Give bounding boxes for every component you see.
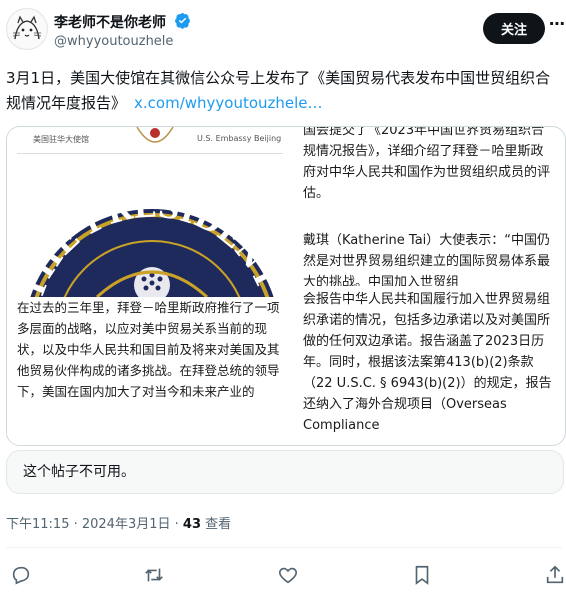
views-count: 43 (182, 517, 201, 532)
timestamp[interactable]: 下午11:15 · 2024年3月1日 (6, 517, 171, 532)
author-name[interactable]: 李老师不是你老师 (54, 12, 191, 33)
embassy-seal-icon (136, 127, 174, 143)
tweet-link[interactable]: x.com/whyyoutouzhele… (134, 94, 323, 112)
avatar[interactable] (6, 8, 48, 50)
more-options-icon[interactable]: ⋯ (549, 16, 565, 38)
right-image-text-mid: 戴琪（Katherine Tai）大使表示：“中国仍然是对世界贸易组织建立的国际… (303, 233, 551, 286)
presidential-seal-icon: THE PRESIDENT (15, 190, 285, 297)
left-image-text: 在过去的三年里，拜登－哈里斯政府推行了一项多层面的战略，以应对美中贸易关系当前的… (17, 300, 280, 399)
right-image-text-bottom: 会报告中华人民共和国履行加入世界贸易组织承诺的情况，包括多边承诺以及对美国所做的… (303, 292, 552, 433)
author-name-text[interactable]: 李老师不是你老师 (54, 15, 166, 31)
banner-right-text: U.S. Embassy Beijing (197, 134, 282, 143)
tweet-text: 3月1日，美国大使馆在其微信公众号上发布了《美国贸易代表发布中国世贸组织合规情况… (6, 66, 562, 116)
media-image-left[interactable]: 美国驻华大使馆 U.S. Embassy Beijing THE PRESIDE… (7, 127, 289, 445)
author-handle[interactable]: @whyyoutouzhele (54, 34, 173, 49)
views-label: 查看 (205, 517, 232, 532)
reply-icon[interactable] (10, 564, 32, 586)
unavailable-post-notice: 这个帖子不可用。 (6, 450, 564, 494)
presidential-seal: THE PRESIDENT (7, 187, 289, 297)
divider (6, 547, 562, 548)
bookmark-icon[interactable] (411, 564, 433, 586)
banner-left-text: 美国驻华大使馆 (33, 135, 89, 144)
share-icon[interactable] (544, 564, 566, 586)
follow-button[interactable]: 关注 (483, 13, 545, 44)
tweet-meta: 下午11:15 · 2024年3月1日 · 43 查看 (6, 517, 232, 532)
right-image-text-top: 国会提交了《2023年中国世界贸易组织合规情况报告》，详细介绍了拜登－哈里斯政府… (303, 126, 551, 201)
embassy-banner: 美国驻华大使馆 U.S. Embassy Beijing (17, 127, 283, 154)
like-icon[interactable] (277, 564, 299, 586)
tweet-media[interactable]: 美国驻华大使馆 U.S. Embassy Beijing THE PRESIDE… (6, 126, 566, 446)
verified-badge-icon (174, 12, 191, 33)
retweet-icon[interactable] (143, 564, 165, 586)
